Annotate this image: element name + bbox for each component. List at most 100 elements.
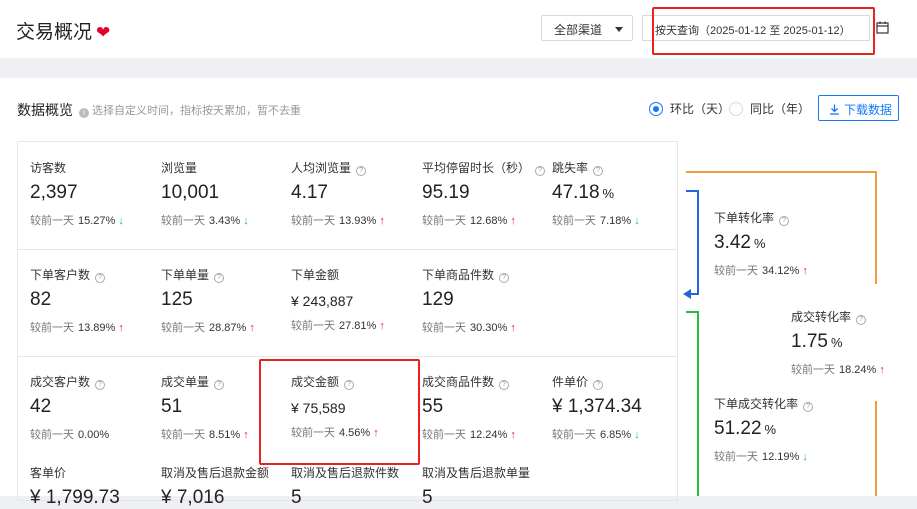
compare-label: 较前一天 [714,265,758,277]
arrow-up-icon: ↑ [379,215,385,227]
metric-compare: 较前一天 15.27% ↓ [30,212,160,228]
radio-compare-year[interactable]: 同比（年） [729,100,810,117]
metric-card: 下单单量? 125 较前一天 28.87% ↑ [161,266,291,335]
flow-line-orange [875,171,877,284]
compare-label: 较前一天 [422,215,466,227]
metric-compare: 较前一天 13.89% ↑ [30,319,160,335]
compare-percent: 12.24% [470,429,508,441]
metric-unit: % [830,335,843,350]
radio-compare-day-label: 环比（天） [670,102,731,116]
metric-value-text: 42 [30,396,52,417]
metric-card: 成交商品件数? 55 较前一天 12.24% ↑ [422,373,552,442]
help-icon[interactable]: ? [779,216,790,226]
metric-value: 47.18% [552,182,682,204]
metric-compare: 较前一天 4.56% ↑ [291,424,421,440]
metric-value: 5 [422,487,552,509]
metric-label: 成交转化率? [791,308,917,325]
metric-value: ¥ 75,589 [291,400,421,416]
row-divider [18,356,677,357]
metric-label: 访客数 [30,159,160,176]
metric-label: 成交金额? [291,373,421,390]
help-icon[interactable]: ? [344,380,355,390]
download-button[interactable]: 下载数据 [818,95,899,121]
page-title-text: 交易概况 [16,22,93,43]
metric-label: 下单单量? [161,266,291,283]
metric-compare: 较前一天 18.24% ↑ [791,361,917,377]
conversion-metric: 下单成交转化率? 51.22% 较前一天 12.19% ↓ [714,395,884,464]
metric-card: 成交金额? ¥ 75,589 较前一天 4.56% ↑ [291,373,421,440]
compare-label: 较前一天 [291,427,335,439]
arrow-up-icon: ↑ [510,322,516,334]
download-icon [830,104,839,115]
compare-label: 较前一天 [161,429,205,441]
metric-value-text: 3.42 [714,232,751,253]
metric-label-text: 下单转化率 [714,211,775,225]
metric-compare: 较前一天 7.18% ↓ [552,212,682,228]
date-range-picker[interactable]: 按天查询（2025-01-12 至 2025-01-12） [642,15,870,41]
metric-label: 下单转化率? [714,209,884,226]
metric-value-text: 1.75 [791,331,828,352]
metric-value-text: 125 [161,289,193,310]
arrow-up-icon: ↑ [243,429,249,441]
help-icon[interactable]: ? [499,380,510,390]
metric-label: 人均浏览量? [291,159,421,176]
metric-value: 5 [291,487,421,509]
help-icon[interactable]: ? [499,273,510,283]
metric-value-text: 5 [291,487,302,508]
help-icon[interactable]: ? [95,273,106,283]
help-icon[interactable]: ? [593,166,604,176]
help-icon[interactable]: ? [214,273,225,283]
metric-label: 浏览量 [161,159,291,176]
metric-card: 客单价 ¥ 1,799.73 [30,464,160,509]
flow-line-green [697,311,699,496]
metric-value: 82 [30,289,160,311]
channel-select-value: 全部渠道 [554,23,603,37]
metric-unit: % [602,186,615,201]
help-icon[interactable]: ? [214,380,225,390]
metric-value: ¥ 1,374.34 [552,396,682,418]
metric-label-text: 取消及售后退款金额 [161,466,270,480]
heart-icon: ❤ [96,23,111,42]
row-divider [18,249,677,250]
channel-select[interactable]: 全部渠道 [541,15,633,41]
compare-label: 较前一天 [422,429,466,441]
metric-label: 成交单量? [161,373,291,390]
metric-label-text: 访客数 [30,161,67,175]
metric-card: 下单商品件数? 129 较前一天 30.30% ↑ [422,266,552,335]
help-icon[interactable]: ? [356,166,367,176]
flow-line-orange [686,171,876,173]
metric-label-text: 取消及售后退款件数 [291,466,400,480]
metric-label: 下单商品件数? [422,266,552,283]
compare-percent: 3.43% [209,215,241,227]
compare-label: 较前一天 [422,322,466,334]
metric-value-text: 51.22 [714,418,762,439]
radio-dot-selected [649,102,663,116]
radio-dot [729,102,743,116]
metric-card: 下单客户数? 82 较前一天 13.89% ↑ [30,266,160,335]
metric-compare: 较前一天 27.81% ↑ [291,317,421,333]
arrow-down-icon: ↓ [634,429,640,441]
compare-percent: 30.30% [470,322,508,334]
help-icon[interactable]: ? [803,402,814,412]
help-icon[interactable]: ? [535,166,546,176]
help-icon[interactable]: ? [593,380,604,390]
radio-compare-year-label: 同比（年） [750,102,811,116]
metric-value: 1.75% [791,331,917,353]
metric-label-text: 下单成交转化率 [714,397,799,411]
help-icon[interactable]: ? [95,380,106,390]
arrow-down-icon: ↓ [118,215,124,227]
metric-label-text: 成交金额 [291,375,340,389]
radio-compare-day[interactable]: 环比（天） [649,100,730,117]
compare-percent: 28.87% [209,322,247,334]
metric-value-text: ¥ 243,887 [291,293,354,309]
metric-compare: 较前一天 13.93% ↑ [291,212,421,228]
metric-card: 件单价? ¥ 1,374.34 较前一天 6.85% ↓ [552,373,682,442]
compare-percent: 15.27% [78,215,116,227]
arrow-up-icon: ↑ [802,265,808,277]
metric-value-text: 51 [161,396,183,417]
compare-label: 较前一天 [291,320,335,332]
compare-label: 较前一天 [291,215,335,227]
help-icon[interactable]: ? [856,315,867,325]
metric-card: 成交单量? 51 较前一天 8.51% ↑ [161,373,291,442]
calendar-icon[interactable] [876,21,889,34]
